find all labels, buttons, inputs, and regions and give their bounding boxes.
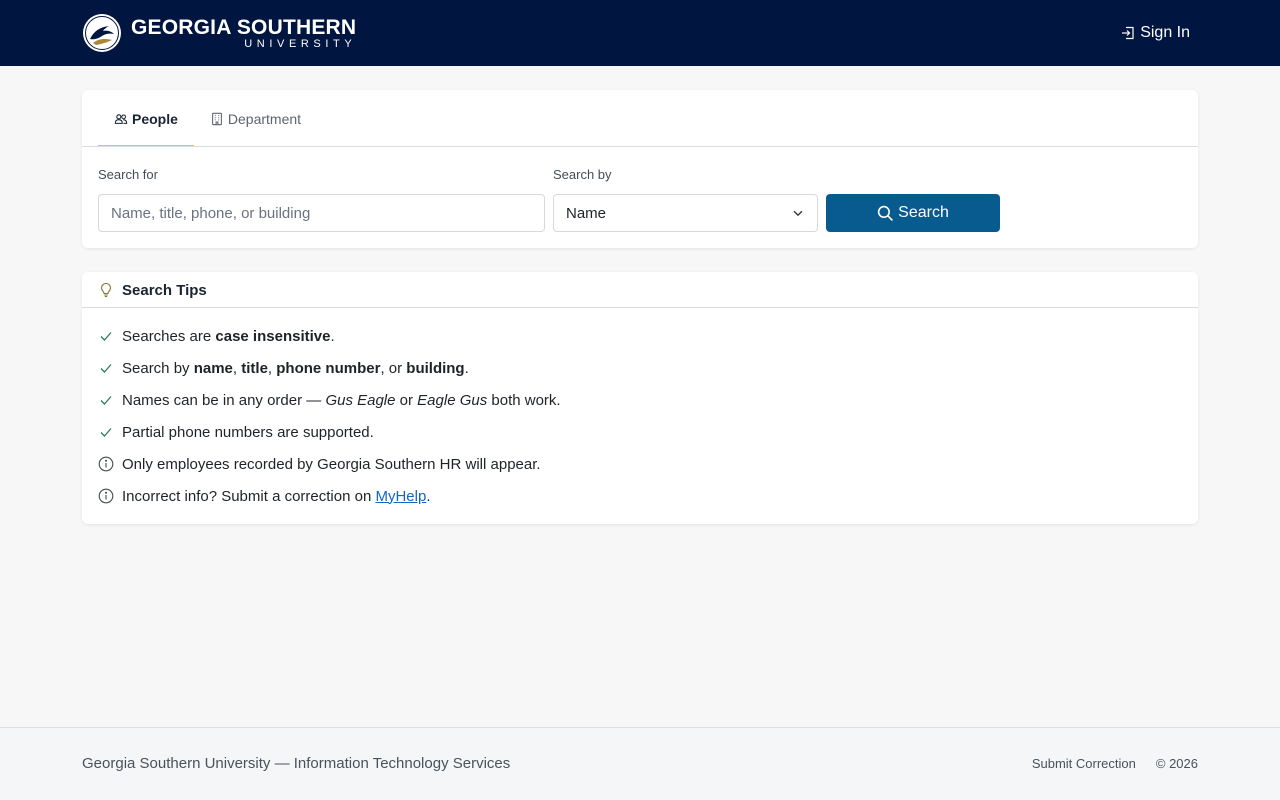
tip-text: Searches are case insensitive. [122, 327, 335, 345]
eagle-seal-icon [83, 14, 121, 52]
tip-text: Partial phone numbers are supported. [122, 423, 374, 441]
tip-item: Incorrect info? Submit a correction on M… [98, 480, 561, 512]
tip-item: Searches are case insensitive. [98, 320, 561, 352]
tab-department-label: Department [227, 110, 302, 127]
search-button-label: Search [898, 204, 949, 221]
search-icon [877, 205, 894, 221]
search-tips-panel: Search Tips Searches are case insensitiv… [82, 272, 1198, 524]
tips-list: Searches are case insensitive. Search by… [98, 320, 561, 512]
tip-item: Partial phone numbers are supported. [98, 416, 561, 448]
copyright-text: © 2026 [1155, 756, 1198, 771]
check-icon [100, 428, 112, 437]
tab-people-label: People [132, 110, 178, 127]
brand-wordmark: GEORGIA SOUTHERN UNIVERSITY [131, 17, 356, 50]
tip-text: Search by name, title, phone number, or … [122, 359, 469, 377]
myhelp-link[interactable]: MyHelp [375, 488, 426, 505]
search-button[interactable]: Search [826, 194, 1000, 232]
footer-org-text: Georgia Southern University — Informatio… [82, 755, 511, 772]
chevron-down-icon [793, 210, 803, 217]
tip-item: Names can be in any order — Gus Eagle or… [98, 384, 561, 416]
sign-in-link[interactable]: Sign In [1120, 22, 1190, 44]
lightbulb-icon [100, 282, 112, 298]
tip-item: Only employees recorded by Georgia South… [98, 448, 561, 480]
check-icon [100, 396, 112, 405]
search-for-label: Search for [98, 167, 158, 182]
check-icon [100, 332, 112, 341]
info-icon [98, 456, 114, 472]
people-icon [114, 113, 128, 124]
search-tips-title: Search Tips [122, 281, 207, 299]
brand-logo-link[interactable]: GEORGIA SOUTHERN UNIVERSITY [82, 13, 356, 53]
tip-item: Search by name, title, phone number, or … [98, 352, 561, 384]
submit-correction-link[interactable]: Submit Correction [1032, 756, 1136, 771]
search-by-select[interactable]: Name [553, 194, 818, 232]
info-icon [98, 488, 114, 504]
tab-department[interactable]: Department [194, 90, 317, 147]
tip-text: Only employees recorded by Georgia South… [122, 455, 541, 473]
search-by-label: Search by [553, 167, 612, 182]
search-input[interactable] [98, 194, 545, 232]
tips-divider [82, 307, 1198, 308]
page-footer: Georgia Southern University — Informatio… [0, 727, 1280, 800]
search-by-selected-value: Name [566, 204, 607, 222]
tabs-divider [82, 146, 1198, 147]
brand-line2: UNIVERSITY [244, 37, 357, 50]
sign-in-label: Sign In [1140, 24, 1190, 41]
top-navbar: GEORGIA SOUTHERN UNIVERSITY Sign In [0, 0, 1280, 66]
building-icon [212, 112, 222, 125]
tip-text: Names can be in any order — Gus Eagle or… [122, 391, 561, 409]
tab-people[interactable]: People [98, 90, 194, 147]
check-icon [100, 364, 112, 373]
footer-links: Submit Correction © 2026 [1032, 756, 1198, 771]
brand-line1: GEORGIA SOUTHERN [131, 15, 357, 39]
search-panel: People Department Search for Search by N… [82, 90, 1198, 248]
search-tips-header: Search Tips [98, 272, 207, 308]
sign-in-icon [1122, 26, 1134, 40]
tip-text: Incorrect info? Submit a correction on M… [122, 487, 431, 505]
search-tabs: People Department [98, 90, 317, 147]
